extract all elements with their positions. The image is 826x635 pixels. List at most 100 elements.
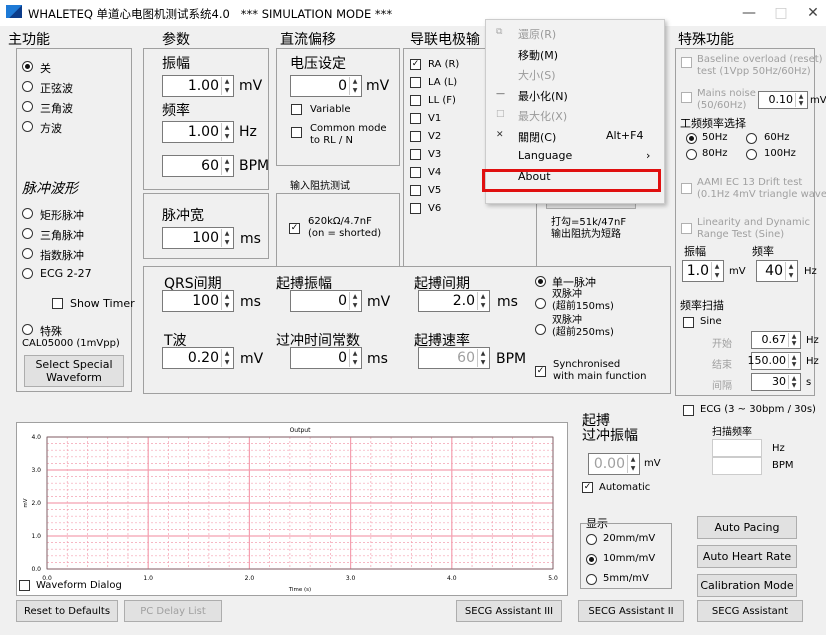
y-axis-label: mV	[23, 498, 29, 507]
common-mode-checkbox[interactable]	[291, 127, 302, 138]
impedance-checkbox[interactable]: ✓	[289, 223, 300, 234]
automatic-checkbox[interactable]: ✓	[582, 482, 593, 493]
output-chart-svg: 0.0 1.0 2.0 3.0 4.0 5.00.01.02.03.04.0OutputT…	[23, 427, 558, 593]
freq-spinner[interactable]: 1.00 ▲ ▼	[162, 121, 234, 143]
main-window: 主功能 脉冲波形 Show Timer 特殊 CAL05000 (1mVpp) …	[0, 26, 826, 635]
main-option-label: 方波	[40, 122, 62, 135]
menu-item-language[interactable]: Language ›	[486, 147, 664, 167]
radio-20mm[interactable]	[586, 534, 597, 545]
synchronised-checkbox[interactable]: ✓	[535, 366, 546, 377]
pace-rate-unit: BPM	[496, 351, 527, 367]
maximize-button[interactable]: □	[766, 3, 796, 23]
app-icon	[6, 5, 22, 18]
lead-checkbox-8[interactable]	[410, 203, 421, 214]
scan-bpm-unit: BPM	[772, 460, 794, 471]
baseline-checkbox[interactable]	[681, 57, 692, 68]
time-const-spinner[interactable]: 0 ▲ ▼	[290, 347, 362, 369]
overshoot-spinner[interactable]: 0.00 ▲ ▼	[588, 453, 640, 475]
radio-main-1[interactable]	[22, 81, 33, 92]
radio-80hz[interactable]	[686, 149, 697, 160]
voltage-spinner[interactable]: 0 ▲ ▼	[290, 75, 362, 97]
bpm-spinner[interactable]: 60 ▲ ▼	[162, 155, 234, 177]
main-option-label: 关	[40, 62, 51, 75]
minimize-button[interactable]: —	[734, 3, 764, 23]
radio-double-150[interactable]	[535, 298, 546, 309]
pc-delay-list-button[interactable]: PC Delay List	[124, 600, 222, 622]
radio-pulse-2[interactable]	[22, 248, 33, 259]
lead-checkbox-6[interactable]	[410, 167, 421, 178]
t-wave-spinner[interactable]: 0.20 ▲ ▼	[162, 347, 234, 369]
secg-assistant-button[interactable]: SECG Assistant	[697, 600, 803, 622]
lead-checkbox-7[interactable]	[410, 185, 421, 196]
select-special-waveform-button[interactable]: Select Special Waveform	[24, 355, 124, 387]
close-button[interactable]: ✕	[798, 3, 826, 23]
show-timer-checkbox[interactable]	[52, 298, 63, 309]
aami-checkbox[interactable]	[681, 183, 692, 194]
pace-rate-spinner[interactable]: 60 ▲ ▼	[418, 347, 490, 369]
interval-spinner[interactable]: 30 ▲ ▼	[751, 373, 801, 391]
menu-item-label: 大小(S)	[518, 69, 556, 82]
sine-checkbox[interactable]	[683, 317, 694, 328]
menu-shortcut: Alt+F4	[606, 128, 644, 142]
radio-5mm[interactable]	[586, 574, 597, 585]
amplitude-label: 振幅	[162, 56, 190, 72]
ecg-sweep-checkbox[interactable]	[683, 405, 694, 416]
lead-label: V3	[428, 149, 442, 160]
secg-assistant-3-button[interactable]: SECG Assistant III	[456, 600, 562, 622]
variable-checkbox[interactable]	[291, 104, 302, 115]
lead-label: V2	[428, 131, 442, 142]
lead-checkbox-0[interactable]: ✓	[410, 59, 421, 70]
lead-checkbox-1[interactable]	[410, 77, 421, 88]
mains-spinner[interactable]: 0.10 ▲ ▼	[758, 91, 808, 109]
radio-50hz[interactable]	[686, 133, 697, 144]
spinner-arrows-icon: ▲ ▼	[349, 292, 360, 310]
lead-checkbox-5[interactable]	[410, 149, 421, 160]
radio-pulse-1[interactable]	[22, 228, 33, 239]
calibration-mode-button[interactable]: Calibration Mode	[697, 574, 797, 597]
auto-pacing-button[interactable]: Auto Pacing	[697, 516, 797, 539]
radio-main-2[interactable]	[22, 101, 33, 112]
maximize-icon: □	[496, 109, 505, 119]
start-spinner[interactable]: 0.67 ▲ ▼	[751, 331, 801, 349]
hz100-label: 100Hz	[764, 148, 796, 159]
t-wave-unit: mV	[240, 351, 264, 367]
secg-assistant-2-button[interactable]: SECG Assistant II	[578, 600, 684, 622]
waveform-dialog-checkbox[interactable]	[19, 580, 30, 591]
pulse-width-spinner[interactable]: 100 ▲ ▼	[162, 227, 234, 249]
radio-main-0[interactable]	[22, 61, 33, 72]
mains-checkbox[interactable]	[681, 92, 692, 103]
radio-pulse-3[interactable]	[22, 268, 33, 279]
radio-100hz[interactable]	[746, 149, 757, 160]
lin-amp-spinner[interactable]: 1.0 ▲ ▼	[682, 260, 724, 282]
radio-main-3[interactable]	[22, 121, 33, 132]
lin-freq-spinner[interactable]: 40 ▲ ▼	[756, 260, 798, 282]
scan-rate-bpm-input[interactable]	[712, 457, 762, 475]
lead-checkbox-2[interactable]	[410, 95, 421, 106]
radio-single-pulse[interactable]	[535, 276, 546, 287]
radio-special[interactable]	[22, 324, 33, 335]
lead-checkbox-3[interactable]	[410, 113, 421, 124]
radio-10mm[interactable]	[586, 554, 597, 565]
end-spinner[interactable]: 150.00 ▲ ▼	[748, 352, 801, 370]
pace-interval-spinner[interactable]: 2.0 ▲ ▼	[418, 290, 490, 312]
pace-amp-spinner[interactable]: 0 ▲ ▼	[290, 290, 362, 312]
amplitude-spinner[interactable]: 1.00 ▲ ▼	[162, 75, 234, 97]
radio-pulse-0[interactable]	[22, 208, 33, 219]
auto-heart-rate-button[interactable]: Auto Heart Rate	[697, 545, 797, 568]
qrs-spinner[interactable]: 100 ▲ ▼	[162, 290, 234, 312]
sine-label: Sine	[700, 316, 722, 327]
main-option-label: 正弦波	[40, 82, 73, 95]
menu-item-label: 最大化(X)	[518, 110, 568, 123]
hz60-label: 60Hz	[764, 132, 790, 143]
menu-item-n[interactable]: 最小化(N) —	[486, 86, 664, 106]
linearity-label: Linearity and Dynamic Range Test (Sine)	[697, 217, 810, 240]
menu-item-m[interactable]: 移動(M)	[486, 45, 664, 65]
radio-double-250[interactable]	[535, 324, 546, 335]
radio-60hz[interactable]	[746, 133, 757, 144]
menu-item-c[interactable]: 關閉(C) ✕ Alt+F4	[486, 127, 664, 147]
reset-defaults-button[interactable]: Reset to Defaults	[16, 600, 118, 622]
linearity-checkbox[interactable]	[681, 223, 692, 234]
lead-checkbox-4[interactable]	[410, 131, 421, 142]
scan-rate-hz-input[interactable]	[712, 439, 762, 457]
bpm-unit: BPM	[239, 158, 270, 174]
